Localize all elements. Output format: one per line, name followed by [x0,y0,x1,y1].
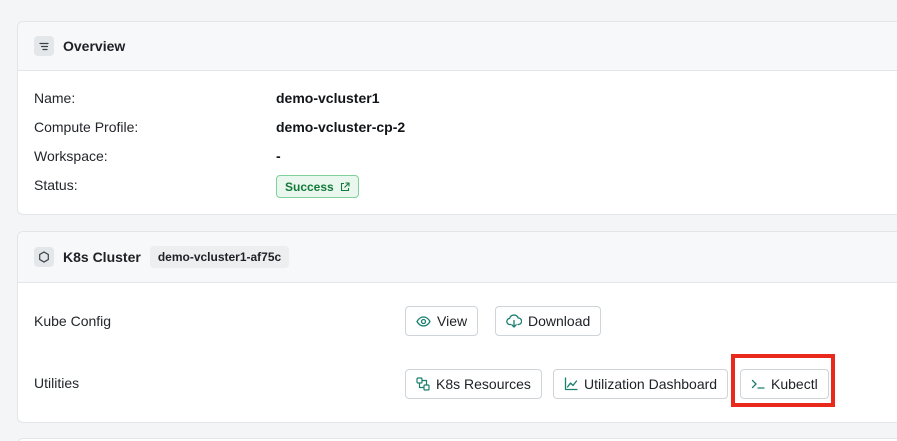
cloud-download-icon [506,314,522,328]
eye-icon [416,315,431,327]
download-button-label: Download [528,313,591,329]
k8s-resources-button[interactable]: K8s Resources [405,369,542,399]
external-link-icon [340,181,350,191]
view-button-label: View [437,313,468,329]
kubectl-button-label: Kubectl [771,376,818,392]
hexagon-icon [34,247,54,267]
field-label: Compute Profile: [34,119,139,135]
resources-icon [416,377,430,391]
terminal-icon [751,379,765,389]
k8s-cluster-title: K8s Cluster [63,249,141,265]
overview-header: Overview [18,22,897,71]
k8s-cluster-header: K8s Cluster demo-vcluster1-af75c [18,232,897,283]
list-icon [34,36,54,56]
overview-title: Overview [63,38,126,54]
status-badge-text: Success [285,179,334,194]
kube-config-label: Kube Config [34,313,112,329]
utilization-dashboard-button[interactable]: Utilization Dashboard [553,369,729,399]
field-value: demo-vcluster1 [276,90,380,106]
view-button[interactable]: View [405,306,479,336]
field-row-status: Status: Success [34,175,359,198]
download-button[interactable]: Download [495,306,602,336]
field-label: Workspace: [34,148,108,164]
field-label: Name: [34,90,76,106]
field-row-name: Name: demo-vcluster1 [34,90,379,106]
kubectl-button[interactable]: Kubectl [740,369,829,399]
field-row-workspace: Workspace: - [34,148,281,164]
cluster-id-chip: demo-vcluster1-af75c [149,246,290,268]
utilization-dashboard-button-label: Utilization Dashboard [584,376,718,392]
utilities-label: Utilities [34,375,80,391]
field-value: - [276,148,281,164]
field-row-compute-profile: Compute Profile: demo-vcluster-cp-2 [34,119,405,135]
line-chart-icon [564,377,578,391]
status-badge[interactable]: Success [276,175,359,198]
field-value: demo-vcluster-cp-2 [276,119,406,135]
k8s-resources-button-label: K8s Resources [436,376,531,392]
field-label: Status: [34,177,78,193]
